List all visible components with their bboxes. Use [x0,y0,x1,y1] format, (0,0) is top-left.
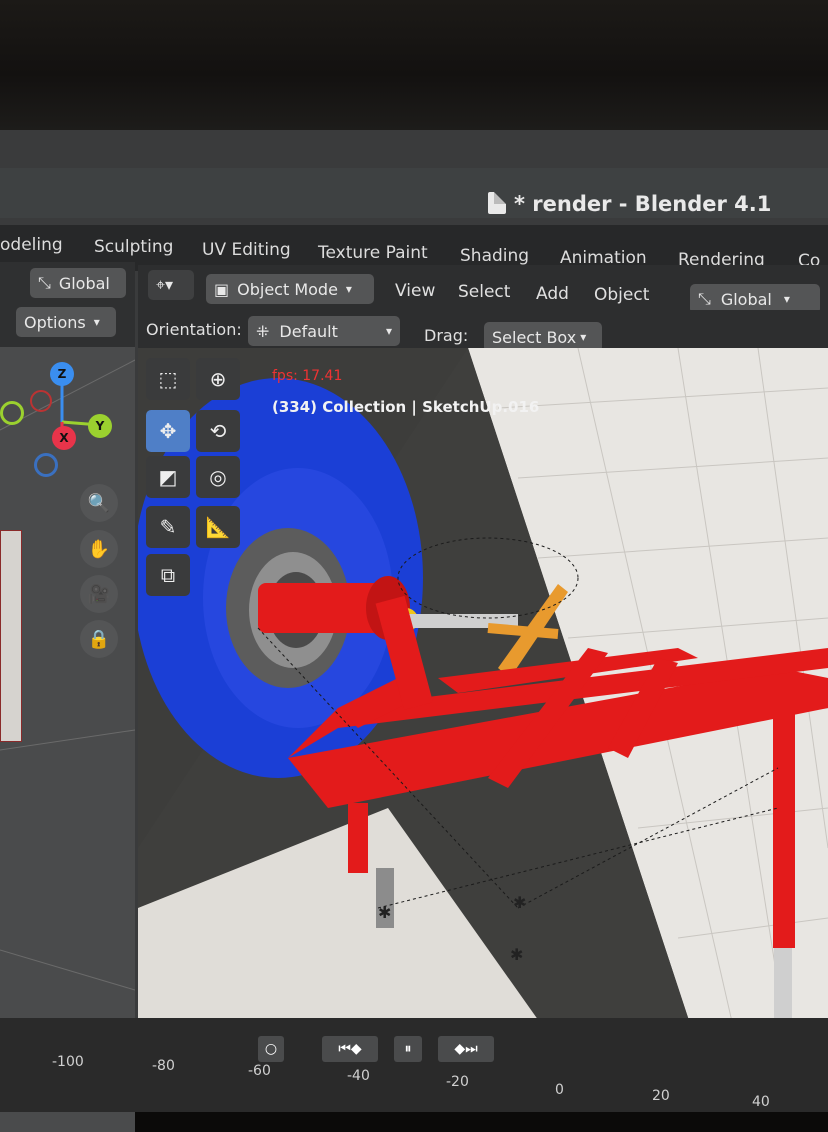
lock-icon[interactable]: 🔒 [80,620,118,658]
move-icon[interactable]: ✥ [146,410,190,452]
cursor-icon[interactable]: ⊕ [196,358,240,400]
orientation-label: Orientation: [146,320,242,339]
drag-value: Select Box [492,327,577,347]
jump-start-icon[interactable]: ⏮◆ [322,1036,378,1062]
tab-uv-editing[interactable]: UV Editing [202,240,291,260]
chevron-down-icon: ▾ [385,324,392,338]
transform-orientation-label: Global [720,289,772,309]
editor-type-icon: ⌖▾ [156,275,174,294]
orientation-value: Default [279,321,338,341]
object-mode-label: Object Mode [237,279,338,299]
chevron-down-icon: ▾ [93,315,100,329]
axis-y-icon[interactable]: Y [88,414,112,438]
timeline-tick: -20 [446,1074,469,1090]
hand-pan-icon[interactable]: ✋ [80,530,118,568]
axis-z-icon[interactable]: Z [50,362,74,386]
orientation-dropdown[interactable]: ⁜ Default ▾ [248,316,400,346]
menu-object[interactable]: Object [594,285,649,305]
options-dropdown[interactable]: Options ▾ [16,307,116,337]
timeline-tick: 40 [752,1094,770,1110]
camera-icon[interactable]: 🎥 [80,575,118,613]
object-mode-dropdown[interactable]: ▣ Object Mode ▾ [206,274,374,304]
menu-view[interactable]: View [395,281,435,301]
chevron-down-icon: ▾ [783,292,790,306]
3d-viewport[interactable]: ✱ ✱ ✱ [138,348,828,1048]
pause-icon[interactable]: ⏸ [394,1036,422,1062]
timeline-tick: -60 [248,1063,271,1079]
tab-modeling[interactable]: odeling [0,235,63,255]
tab-sculpting[interactable]: Sculpting [94,237,173,257]
timeline-tick: -80 [152,1058,175,1074]
left-transform-dropdown[interactable]: ⤡ Global [30,268,126,298]
select-box-icon[interactable]: ⬚ [146,358,190,400]
timeline-tick: -40 [347,1068,370,1084]
tab-shading[interactable]: Shading [460,246,529,266]
zoom-icon[interactable]: 🔍 [80,484,118,522]
timeline[interactable] [0,1018,828,1112]
record-icon[interactable]: ○ [258,1036,284,1062]
fps-readout: fps: 17.41 [272,368,343,384]
window-title: * render - Blender 4.1 [514,192,772,216]
scene-render: ✱ ✱ ✱ [138,348,828,1048]
svg-text:✱: ✱ [378,903,391,922]
transform-icon[interactable]: ◎ [196,456,240,498]
axis-x-icon[interactable]: X [52,426,76,450]
active-collection-label: (334) Collection | SketchUp.016 [272,398,540,416]
add-cube-icon[interactable]: ⧉ [146,554,190,596]
timeline-tick: 0 [555,1082,564,1098]
svg-text:✱: ✱ [510,945,523,964]
drag-label: Drag: [424,326,469,345]
editor-type-dropdown[interactable]: ⌖▾ [148,270,194,300]
annotate-icon[interactable]: ✎ [146,506,190,548]
transform-orientation-icon: ⤡ [698,289,711,308]
options-label: Options [24,312,86,332]
jump-end-icon[interactable]: ◆⏭ [438,1036,494,1062]
chevron-down-icon: ▾ [580,330,587,344]
left-transform-label: Global [58,273,110,293]
chevron-down-icon: ▾ [345,282,352,296]
menu-add[interactable]: Add [536,284,569,304]
tab-texture-paint[interactable]: Texture Paint [318,243,428,263]
measure-icon[interactable]: 📐 [196,506,240,548]
menu-select[interactable]: Select [458,282,510,302]
object-mode-icon: ▣ [214,279,230,299]
axis-neg-x-icon[interactable] [30,390,52,412]
timeline-tick: 20 [652,1088,670,1104]
document-icon [488,192,506,214]
svg-text:✱: ✱ [513,893,526,912]
axis-neg-z-icon[interactable] [34,453,58,477]
transform-orientation-icon: ⤡ [38,273,51,292]
monitor-bezel [0,0,828,135]
scale-icon[interactable]: ◩ [146,456,190,498]
rotate-icon[interactable]: ⟲ [196,410,240,452]
axis-neg-y-icon[interactable] [0,401,24,425]
pivot-icon: ⁜ [256,321,270,341]
timeline-tick: -100 [52,1054,84,1070]
